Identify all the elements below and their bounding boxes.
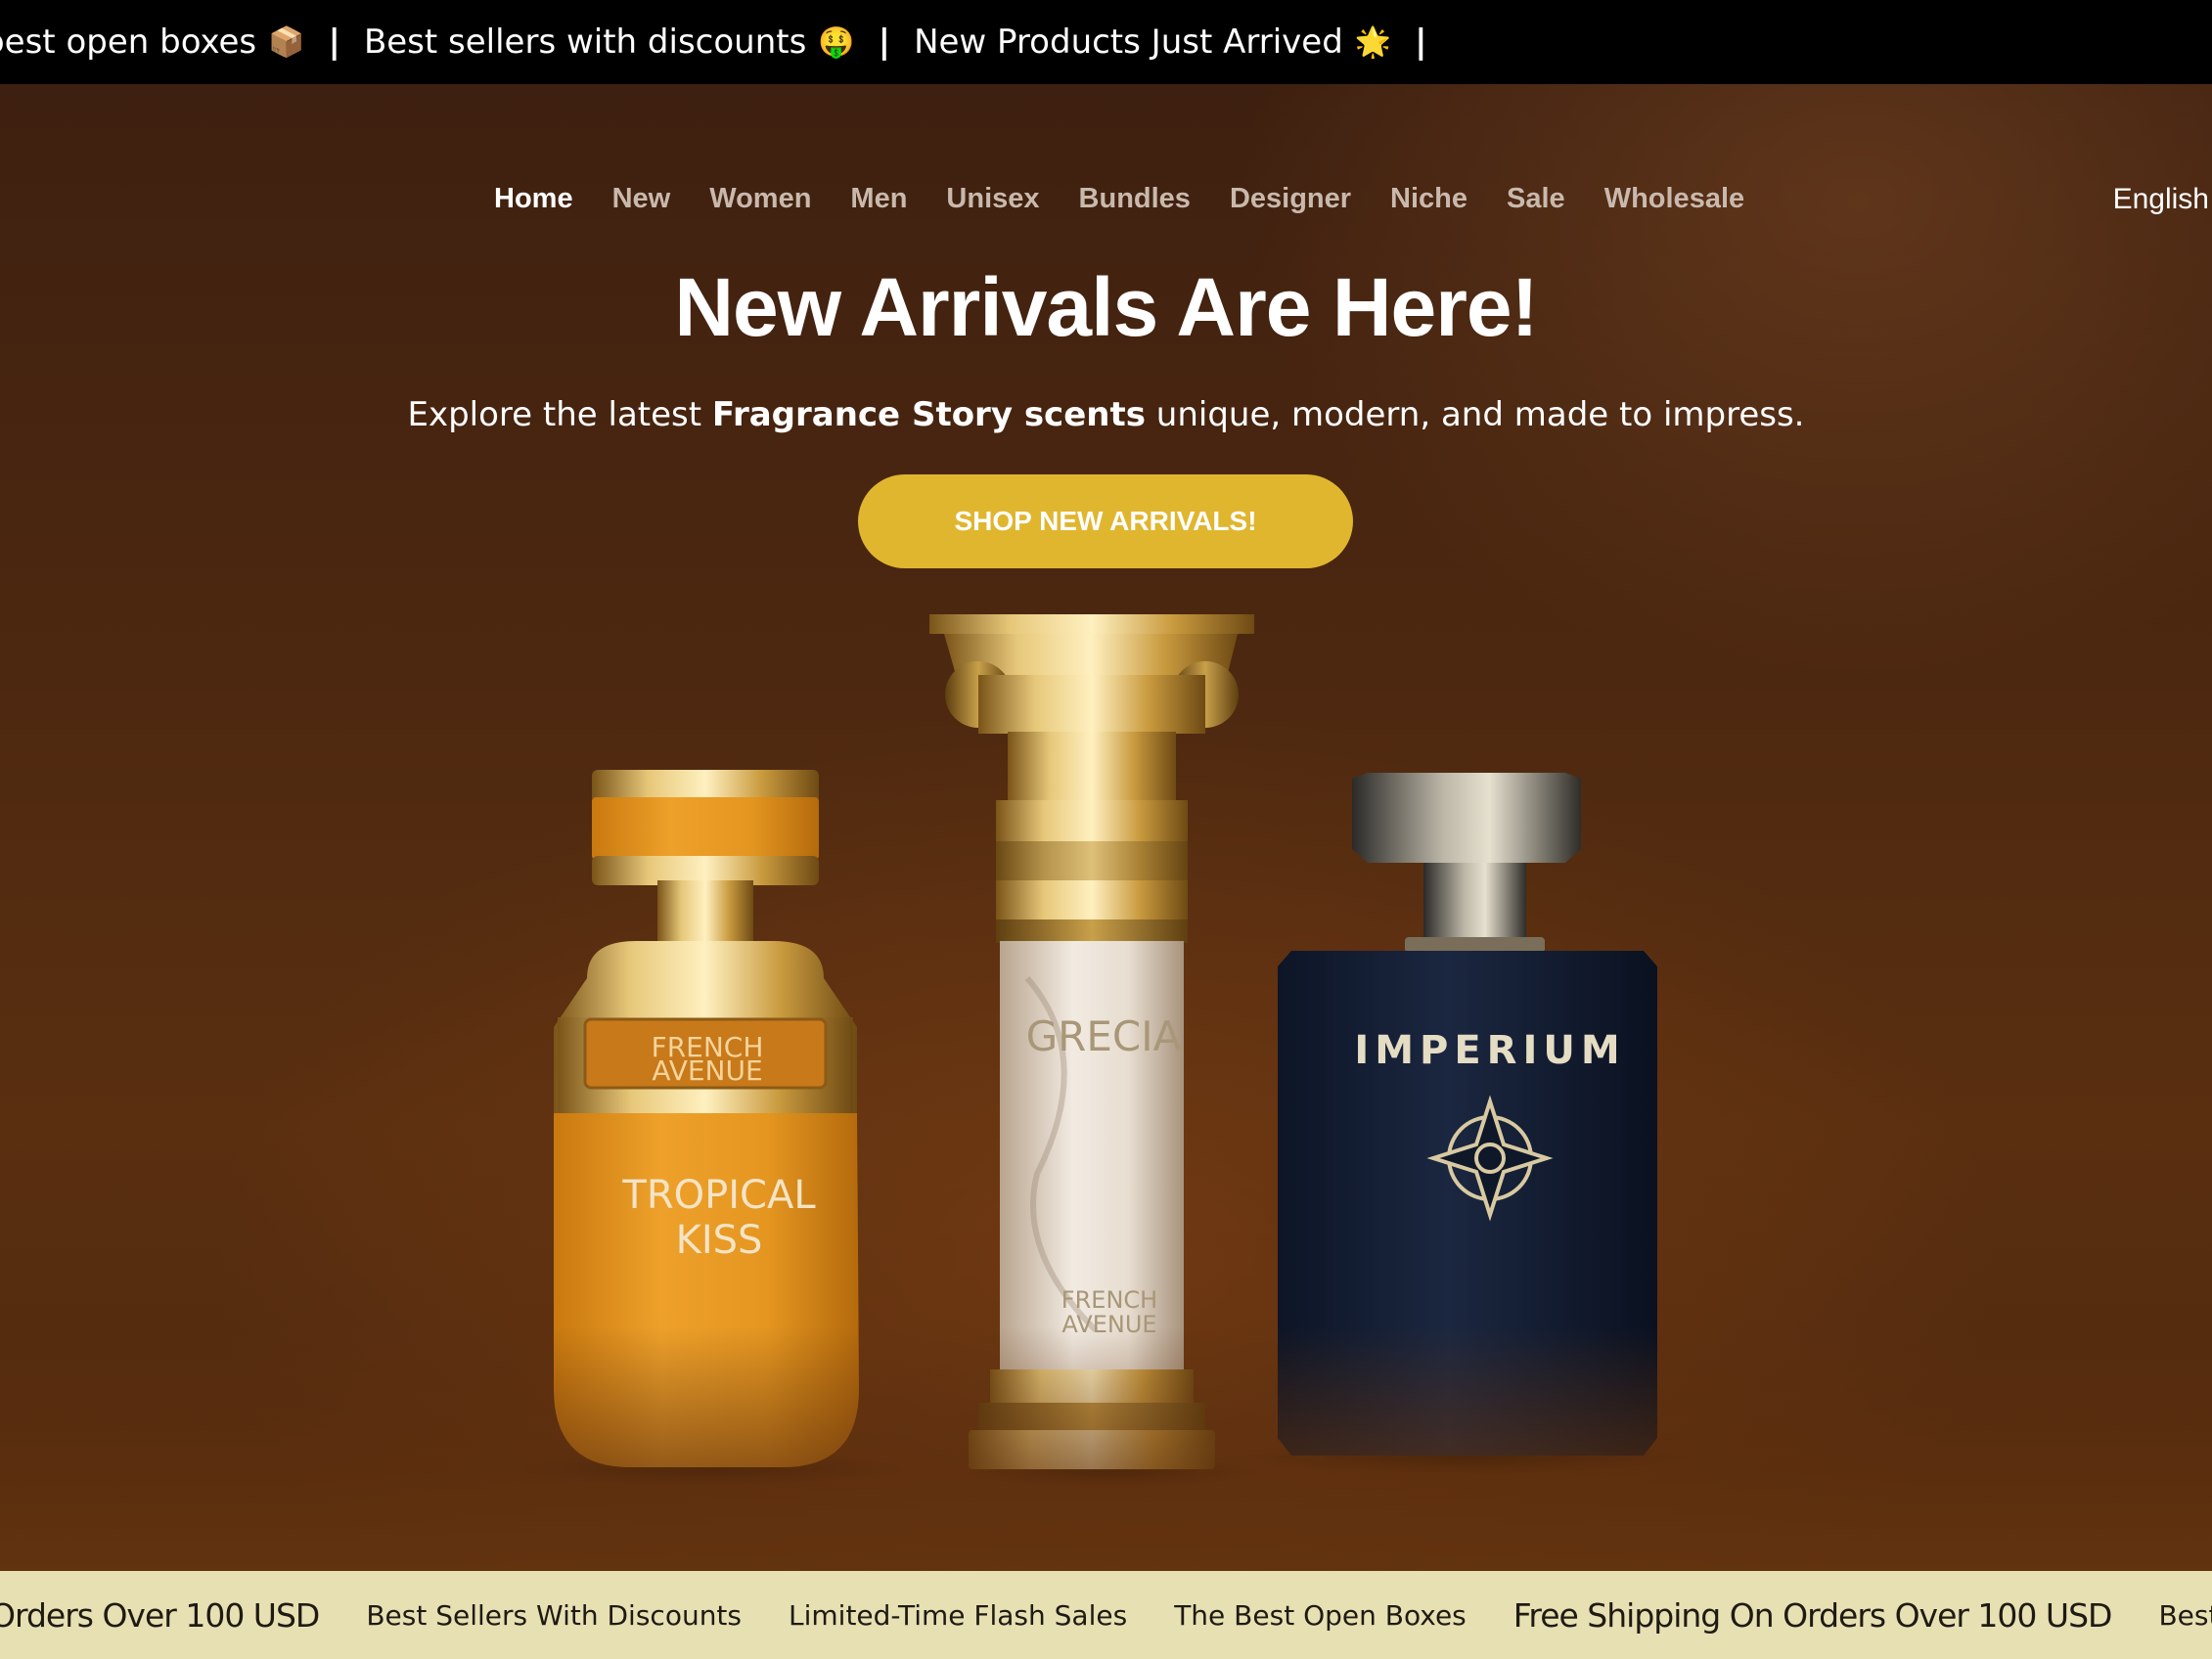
promo-item[interactable]: Limited-Time Flash Sales bbox=[789, 1599, 1127, 1632]
nav-item-bundles[interactable]: Bundles bbox=[1079, 183, 1191, 215]
announcement-text: Best sellers with discounts bbox=[363, 22, 807, 62]
nav-item-designer[interactable]: Designer bbox=[1230, 183, 1351, 215]
separator: | bbox=[1415, 22, 1427, 62]
product-name: GRECIA bbox=[1026, 1012, 1182, 1060]
nav-item-women[interactable]: Women bbox=[709, 183, 811, 215]
hero-banner: FRENCH AVENUE TROPICAL KISS GRECIA FRENC… bbox=[0, 84, 2212, 1571]
promo-item[interactable]: The Best Open Boxes bbox=[1174, 1599, 1467, 1632]
product-brand-line1: FRENCH bbox=[1061, 1286, 1157, 1314]
announcement-track: ɔest open boxes 📦 | Best sellers with di… bbox=[0, 0, 1451, 84]
hero-subtitle-prefix: Explore the latest bbox=[407, 395, 712, 434]
announcement-text: ɔest open boxes bbox=[0, 22, 257, 62]
nav-item-new[interactable]: New bbox=[612, 183, 671, 215]
hero-title: New Arrivals Are Here! bbox=[674, 261, 1538, 353]
promo-item[interactable]: Best Sellers With D bbox=[2158, 1599, 2212, 1632]
product-name-line1: TROPICAL bbox=[621, 1173, 816, 1218]
hero-floor-shading bbox=[0, 1326, 2212, 1571]
separator: | bbox=[328, 22, 340, 62]
language-selector[interactable]: English bbox=[2113, 183, 2209, 216]
announcement-text: New Products Just Arrived bbox=[914, 22, 1343, 62]
promo-item[interactable]: Free Shipping On Orders Over 100 USD bbox=[1513, 1596, 2113, 1635]
nav-item-wholesale[interactable]: Wholesale bbox=[1604, 183, 1744, 215]
announcement-item[interactable]: ɔest open boxes 📦 bbox=[0, 22, 305, 62]
nav-item-unisex[interactable]: Unisex bbox=[946, 183, 1039, 215]
nav-item-men[interactable]: Men bbox=[850, 183, 907, 215]
page: ɔest open boxes 📦 | Best sellers with di… bbox=[0, 0, 2212, 1659]
announcement-item[interactable]: New Products Just Arrived 🌟 bbox=[914, 22, 1391, 62]
promo-marquee: Orders Over 100 USD Best Sellers With Di… bbox=[0, 1571, 2212, 1659]
main-nav: Home New Women Men Unisex Bundles Design… bbox=[494, 183, 1744, 215]
product-name: IMPERIUM bbox=[1354, 1028, 1625, 1073]
package-icon: 📦 bbox=[268, 24, 305, 60]
money-face-icon: 🤑 bbox=[818, 24, 855, 60]
nav-item-home[interactable]: Home bbox=[494, 183, 573, 215]
nav-item-sale[interactable]: Sale bbox=[1507, 183, 1565, 215]
product-brand-line2: AVENUE bbox=[652, 1054, 762, 1087]
star-icon: 🌟 bbox=[1354, 24, 1392, 60]
announcement-item[interactable]: Best sellers with discounts 🤑 bbox=[364, 22, 855, 62]
shop-new-arrivals-button[interactable]: SHOP NEW ARRIVALS! bbox=[858, 474, 1353, 568]
separator: | bbox=[878, 22, 891, 62]
promo-track: Orders Over 100 USD Best Sellers With Di… bbox=[0, 1571, 2212, 1659]
promo-item[interactable]: Orders Over 100 USD bbox=[0, 1596, 320, 1635]
product-name-line2: KISS bbox=[676, 1218, 763, 1263]
nav-item-niche[interactable]: Niche bbox=[1390, 183, 1467, 215]
hero-subtitle: Explore the latest Fragrance Story scent… bbox=[0, 395, 2212, 434]
hero-subtitle-highlight: Fragrance Story scents bbox=[711, 395, 1146, 434]
announcement-bar: ɔest open boxes 📦 | Best sellers with di… bbox=[0, 0, 2212, 84]
hero-subtitle-suffix: unique, modern, and made to impress. bbox=[1145, 395, 1805, 434]
promo-item[interactable]: Best Sellers With Discounts bbox=[366, 1599, 742, 1632]
